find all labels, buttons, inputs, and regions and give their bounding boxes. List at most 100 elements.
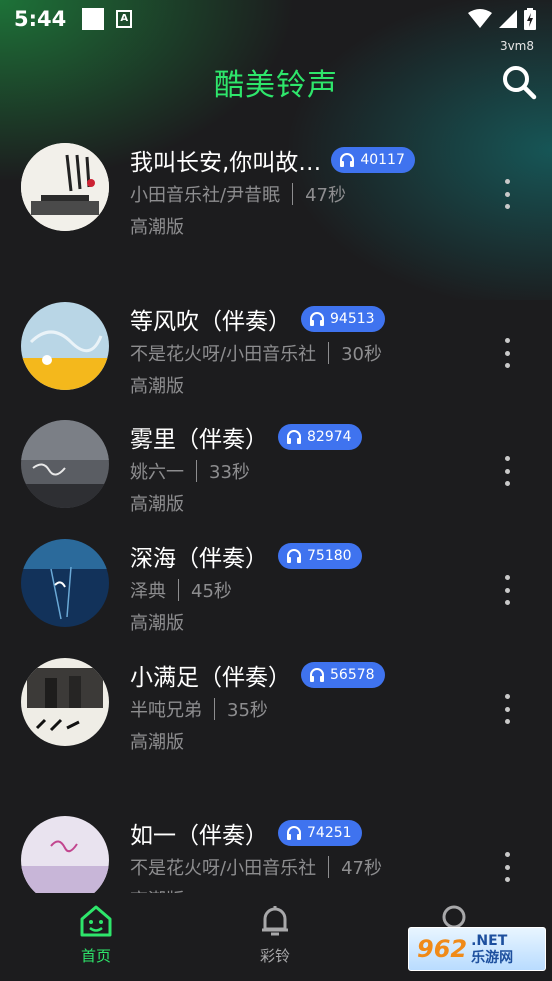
- song-title: 深海（伴奏）: [130, 546, 268, 572]
- page-title: 酷美铃声: [214, 68, 338, 103]
- song-artist: 泽典: [130, 581, 166, 602]
- play-count-badge: 56578: [301, 662, 385, 688]
- cover-shenhai: [21, 539, 109, 627]
- song-artist: 不是花火呀/小田音乐社: [130, 344, 317, 365]
- song-item[interactable]: 小满足（伴奏） 56578 半吨兄弟 35秒 高潮版: [0, 658, 552, 768]
- headphones-icon: [310, 312, 324, 326]
- more-vert-icon: [504, 179, 510, 184]
- play-count: 74251: [307, 825, 352, 841]
- song-duration: 30秒: [341, 344, 382, 365]
- play-count-badge: 94513: [301, 306, 385, 332]
- song-duration: 45秒: [191, 581, 232, 602]
- song-title-row: 等风吹（伴奏） 94513: [130, 302, 385, 336]
- song-artist: 姚六一: [130, 462, 184, 483]
- carrier-text: 3vm8: [499, 39, 534, 53]
- tab-home-label: 首页: [80, 947, 111, 965]
- tab-ringtone-label: 彩铃: [259, 947, 290, 965]
- play-count-badge: 74251: [278, 820, 362, 846]
- headphones-icon: [310, 668, 324, 682]
- notification-square-icon: [82, 8, 105, 30]
- song-quality: 高潮版: [130, 732, 184, 753]
- song-item[interactable]: 雾里（伴奏） 82974 姚六一 33秒 高潮版: [0, 420, 552, 530]
- site-watermark: 962 .NET 乐游网: [408, 927, 546, 971]
- play-count: 94513: [330, 311, 375, 327]
- more-button[interactable]: [502, 575, 512, 605]
- song-duration: 47秒: [305, 185, 346, 206]
- song-item[interactable]: 如一（伴奏） 74251 不是花火呀/小田音乐社 47秒 高潮版: [0, 816, 552, 894]
- song-meta: 小田音乐社/尹昔眠 47秒: [130, 181, 346, 207]
- status-icons: [468, 8, 536, 30]
- watermark-suffix: .NET: [471, 932, 508, 949]
- cover-ruyi: [21, 816, 109, 894]
- song-title: 如一（伴奏）: [130, 823, 268, 849]
- cover-changan: [21, 143, 109, 231]
- search-icon: [503, 66, 537, 100]
- song-artist: 不是花火呀/小田音乐社: [130, 858, 317, 879]
- song-title: 我叫长安,你叫故…: [130, 150, 322, 176]
- song-quality: 高潮版: [130, 494, 184, 515]
- cover-wuli: [21, 420, 109, 508]
- song-quality: 高潮版: [130, 376, 184, 397]
- watermark-number: 962: [417, 935, 468, 963]
- song-item[interactable]: 等风吹（伴奏） 94513 不是花火呀/小田音乐社 30秒 高潮版: [0, 302, 552, 412]
- song-quality: 高潮版: [130, 613, 184, 634]
- song-title: 等风吹（伴奏）: [130, 309, 291, 335]
- headphones-icon: [287, 826, 301, 840]
- song-duration: 33秒: [209, 462, 250, 483]
- song-meta: 泽典 45秒: [130, 577, 232, 603]
- more-button[interactable]: [502, 456, 512, 486]
- song-artist: 小田音乐社/尹昔眠: [130, 185, 281, 206]
- more-vert-icon: [504, 694, 510, 699]
- battery-icon: [524, 8, 536, 30]
- more-button[interactable]: [502, 338, 512, 368]
- song-meta: 半吨兄弟 35秒: [130, 696, 268, 722]
- play-count-badge: 40117: [331, 147, 415, 173]
- song-title-row: 雾里（伴奏） 82974: [130, 420, 362, 454]
- home-icon: [80, 905, 112, 937]
- more-vert-icon: [504, 575, 510, 580]
- song-artist: 半吨兄弟: [130, 700, 202, 721]
- bell-icon: [262, 906, 288, 936]
- song-title-row: 如一（伴奏） 74251: [130, 816, 362, 850]
- status-bar: 5:44 A: [0, 0, 552, 38]
- watermark-site: 乐游网: [471, 949, 514, 966]
- song-duration: 47秒: [341, 858, 382, 879]
- divider: [196, 460, 197, 482]
- play-count: 56578: [330, 667, 375, 683]
- song-title: 小满足（伴奏）: [130, 665, 291, 691]
- song-meta: 不是花火呀/小田音乐社 30秒: [130, 340, 382, 366]
- cover-xiaomanzu: [21, 658, 109, 746]
- divider: [328, 342, 330, 364]
- song-title-row: 小满足（伴奏） 56578: [130, 658, 385, 692]
- song-duration: 35秒: [227, 700, 268, 721]
- more-button[interactable]: [502, 852, 512, 882]
- status-time: 5:44: [14, 7, 67, 31]
- more-button[interactable]: [502, 179, 512, 209]
- more-vert-icon: [504, 456, 510, 461]
- song-meta: 不是花火呀/小田音乐社 47秒: [130, 854, 382, 880]
- tab-home[interactable]: 首页: [56, 903, 136, 966]
- song-title: 雾里（伴奏）: [130, 427, 268, 453]
- wifi-icon: [468, 9, 492, 28]
- song-title-row: 深海（伴奏） 75180: [130, 539, 362, 573]
- watermark-text: .NET 乐游网: [471, 934, 513, 965]
- play-count-badge: 82974: [278, 424, 362, 450]
- tab-ringtone[interactable]: 彩铃: [235, 903, 315, 966]
- song-item[interactable]: 我叫长安,你叫故… 40117 小田音乐社/尹昔眠 47秒 高潮版: [0, 143, 552, 253]
- more-vert-icon: [504, 338, 510, 343]
- divider: [328, 856, 330, 878]
- divider: [214, 698, 215, 720]
- divider: [178, 579, 179, 601]
- play-count: 75180: [307, 548, 352, 564]
- song-meta: 姚六一 33秒: [130, 458, 250, 484]
- song-item[interactable]: 深海（伴奏） 75180 泽典 45秒 高潮版: [0, 539, 552, 649]
- divider: [292, 183, 294, 205]
- headphones-icon: [287, 430, 301, 444]
- song-title-row: 我叫长安,你叫故… 40117: [130, 143, 415, 177]
- search-button[interactable]: [500, 63, 538, 101]
- more-button[interactable]: [502, 694, 512, 724]
- more-vert-icon: [504, 852, 510, 857]
- play-count: 82974: [307, 429, 352, 445]
- headphones-icon: [340, 153, 355, 167]
- headphones-icon: [287, 549, 301, 563]
